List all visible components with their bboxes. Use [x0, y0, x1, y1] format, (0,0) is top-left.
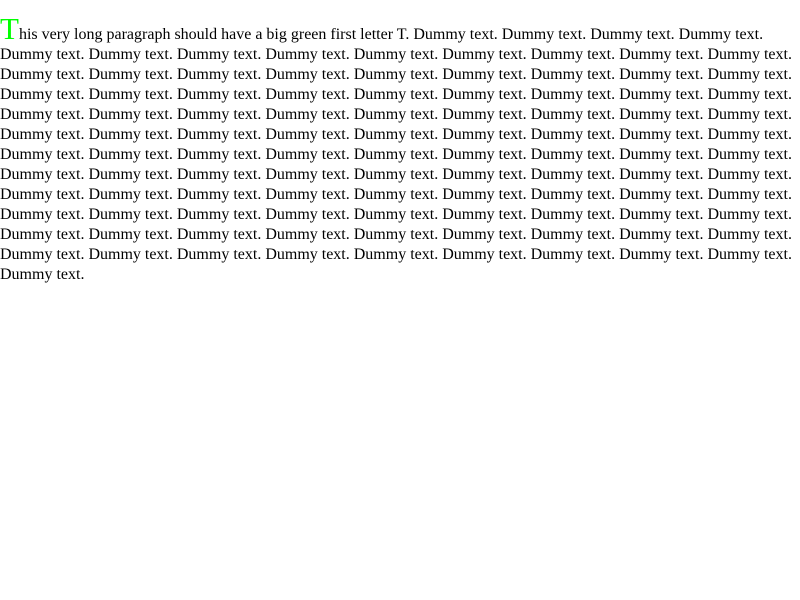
paragraph-line: Dummy text. Dummy text. Dummy text. Dumm… [0, 86, 792, 103]
paragraph: This very long paragraph should have a b… [0, 13, 792, 285]
paragraph-line: Dummy text. Dummy text. Dummy text. Dumm… [0, 106, 792, 123]
paragraph-line-text: his very long paragraph should have a bi… [18, 26, 764, 43]
paragraph-line: Dummy text. Dummy text. Dummy text. Dumm… [0, 166, 792, 183]
paragraph-line: Dummy text. Dummy text. Dummy text. Dumm… [0, 46, 792, 63]
paragraph-line: Dummy text. Dummy text. Dummy text. Dumm… [0, 246, 792, 263]
paragraph-line: Dummy text. Dummy text. Dummy text. Dumm… [0, 66, 792, 83]
paragraph-line: Dummy text. Dummy text. Dummy text. Dumm… [0, 206, 792, 223]
paragraph-line: Dummy text. Dummy text. Dummy text. Dumm… [0, 226, 792, 243]
paragraph-line: Dummy text. Dummy text. Dummy text. Dumm… [0, 126, 792, 143]
paragraph-line: This very long paragraph should have a b… [0, 13, 790, 45]
drop-cap-letter: T [0, 11, 19, 46]
page: This very long paragraph should have a b… [0, 0, 800, 600]
paragraph-line: Dummy text. Dummy text. Dummy text. Dumm… [0, 146, 792, 163]
paragraph-line: Dummy text. [0, 266, 85, 283]
paragraph-line: Dummy text. Dummy text. Dummy text. Dumm… [0, 186, 792, 203]
